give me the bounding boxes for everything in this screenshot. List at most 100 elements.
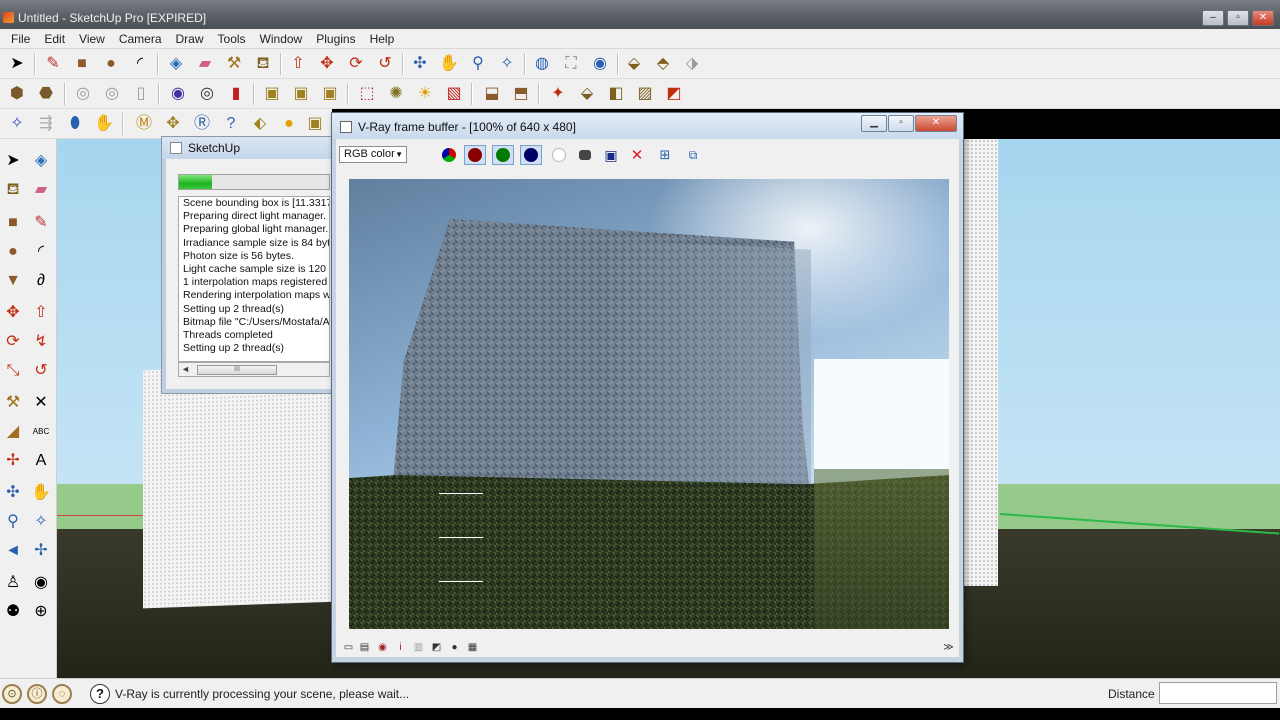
vray-render-icon[interactable]: ▮ <box>224 82 248 106</box>
axes-icon[interactable]: ✢ <box>1 449 25 473</box>
rotate-icon[interactable]: ⟳ <box>1 330 25 354</box>
zoom-extents-icon[interactable]: ✧ <box>495 52 519 76</box>
arc-tool-icon[interactable]: ◜ <box>128 52 152 76</box>
folder-icon[interactable]: ▣ <box>303 112 327 136</box>
push-pull-icon[interactable]: ⇧ <box>286 52 310 76</box>
circle-icon[interactable]: ● <box>1 240 25 264</box>
arc-icon[interactable]: ◜ <box>29 240 53 264</box>
section-icon[interactable]: ⊕ <box>29 600 53 624</box>
get-models-icon[interactable]: ◍ <box>530 52 554 76</box>
circle-tool-icon[interactable]: ● <box>99 52 123 76</box>
move-tool-icon[interactable]: ✥ <box>315 52 339 76</box>
close-button[interactable]: ✕ <box>1252 10 1274 26</box>
vray-batch-icon[interactable]: ▣ <box>318 82 342 106</box>
vray-framebuffer-icon[interactable]: ▣ <box>289 82 313 106</box>
paint-bucket-icon[interactable]: ⛾ <box>251 52 275 76</box>
sandbox-from-contours-icon[interactable]: ⬓ <box>480 82 504 106</box>
measurements-input[interactable] <box>1159 682 1277 704</box>
sphere-icon[interactable]: ● <box>277 112 301 136</box>
share-component-icon[interactable]: ◉ <box>588 52 612 76</box>
materials-m-icon[interactable]: Ⓜ <box>132 112 156 136</box>
smoove-icon[interactable]: ✦ <box>546 82 570 106</box>
vray-rect-light-icon[interactable]: ▧ <box>442 82 466 106</box>
orbit-tool-icon[interactable]: ✣ <box>408 52 432 76</box>
paint-icon[interactable]: ⛾ <box>1 178 25 202</box>
extension-warehouse-icon[interactable]: ⬘ <box>651 52 675 76</box>
vray-omni-light-icon[interactable]: ✺ <box>384 82 408 106</box>
render-log[interactable]: Scene bounding box is [11.3317, Preparin… <box>178 196 330 362</box>
select-tool-icon[interactable]: ➤ <box>5 52 29 76</box>
alpha-channel-icon[interactable] <box>548 145 570 165</box>
tag-icon[interactable]: ⬖ <box>248 112 272 136</box>
menu-edit[interactable]: Edit <box>37 32 72 46</box>
position-camera-icon[interactable]: ♙ <box>1 571 25 595</box>
render-preview[interactable] <box>349 179 949 629</box>
section-plane-icon[interactable]: ⇶ <box>34 112 58 136</box>
save-image-icon[interactable]: ▣ <box>600 145 622 165</box>
zoom-tool-icon[interactable]: ⚲ <box>466 52 490 76</box>
green-channel-icon[interactable] <box>492 145 514 165</box>
menu-help[interactable]: Help <box>363 32 402 46</box>
expand-panel-icon[interactable]: ≫ <box>942 641 955 654</box>
add-detail-icon[interactable]: ▨ <box>633 82 657 106</box>
show-lens-effects-icon[interactable]: ◉ <box>376 641 389 654</box>
clear-image-icon[interactable]: ✕ <box>626 145 648 165</box>
look-around-left-icon[interactable]: ◉ <box>29 571 53 595</box>
protractor-icon[interactable]: ◢ <box>1 420 25 444</box>
wireframe-style-icon[interactable]: ◎ <box>100 82 124 106</box>
eraser-tool-icon[interactable]: ▰ <box>193 52 217 76</box>
geo-location-icon[interactable]: ⊙ <box>2 684 22 704</box>
scroll-left-arrow-icon[interactable]: ◄ <box>181 364 190 374</box>
pan-icon[interactable]: ✋ <box>29 481 53 505</box>
menu-camera[interactable]: Camera <box>112 32 169 46</box>
offset-icon[interactable]: ↺ <box>29 359 53 383</box>
tape-measure-icon[interactable]: ⚒ <box>222 52 246 76</box>
layout-send-icon[interactable]: ⬗ <box>680 52 704 76</box>
lut-icon[interactable]: ▦ <box>466 641 479 654</box>
3d-text-icon[interactable]: A <box>29 449 53 473</box>
rgb-channels-icon[interactable] <box>438 145 460 165</box>
render-r-icon[interactable]: Ⓡ <box>190 112 214 136</box>
eraser-icon[interactable]: ▰ <box>29 178 53 202</box>
show-curve-icon[interactable]: ◩ <box>430 641 443 654</box>
pan-tool-icon[interactable]: ✋ <box>437 52 461 76</box>
line-tool-icon[interactable]: ✎ <box>41 52 65 76</box>
previous-view-icon[interactable]: ◄ <box>1 539 25 563</box>
zoom-window-icon[interactable]: ✧ <box>29 510 53 534</box>
user-account-icon[interactable]: ◌ <box>52 684 72 704</box>
move-icon[interactable]: ✥ <box>1 301 25 325</box>
credits-icon[interactable]: ⓘ <box>27 684 47 704</box>
text-icon[interactable]: ABC <box>29 420 53 444</box>
menu-plugins[interactable]: Plugins <box>309 32 362 46</box>
show-levels-icon[interactable]: ▥ <box>412 641 425 654</box>
make-component-icon[interactable]: ◈ <box>164 52 188 76</box>
vfb-minimize-button[interactable]: ▁ <box>861 115 887 132</box>
show-info-icon[interactable]: i <box>394 641 407 654</box>
zoom-extents-left-icon[interactable]: ✢ <box>29 539 53 563</box>
show-color-corrections-icon[interactable]: ▤ <box>358 641 371 654</box>
scale-icon[interactable]: ⤡ <box>1 359 25 383</box>
model-face-left[interactable] <box>143 363 338 609</box>
tape-icon[interactable]: ⚒ <box>1 391 25 415</box>
walk-icon[interactable]: ⚉ <box>1 600 25 624</box>
help-icon[interactable]: ? <box>90 684 110 704</box>
walk-tool-icon[interactable]: ⬮ <box>63 112 87 136</box>
sandbox-from-scratch-icon[interactable]: ⬒ <box>509 82 533 106</box>
hidden-line-style-icon[interactable]: ▯ <box>129 82 153 106</box>
offset-tool-icon[interactable]: ↺ <box>373 52 397 76</box>
channel-dropdown[interactable]: RGB color ▼ <box>339 146 407 163</box>
model-face-right[interactable] <box>962 139 998 586</box>
vray-material-editor-icon[interactable]: ◉ <box>166 82 190 106</box>
monochrome-icon[interactable] <box>574 145 596 165</box>
orbit-icon[interactable]: ✣ <box>1 481 25 505</box>
component-icon[interactable]: ◈ <box>29 149 53 173</box>
vfb-title-bar[interactable]: V-Ray frame buffer - [100% of 640 x 480]… <box>332 113 963 139</box>
xray-style-icon[interactable]: ◎ <box>71 82 95 106</box>
vray-file-icon[interactable]: ⬚ <box>355 82 379 106</box>
get-photo-texture-icon[interactable]: ⬙ <box>622 52 646 76</box>
menu-tools[interactable]: Tools <box>211 32 253 46</box>
zoom-icon[interactable]: ⚲ <box>1 510 25 534</box>
render-region-icon[interactable]: ⧉ <box>682 145 704 165</box>
log-horizontal-scrollbar[interactable]: ◄ III <box>178 362 330 377</box>
minimize-button[interactable]: – <box>1202 10 1224 26</box>
